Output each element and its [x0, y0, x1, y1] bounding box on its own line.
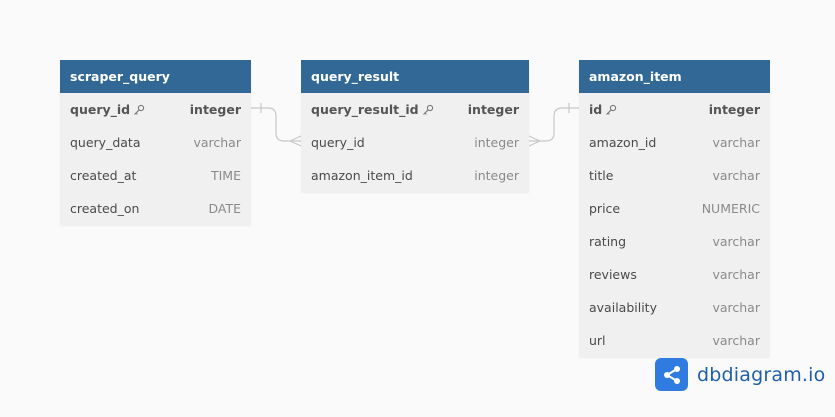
field-type: varchar: [712, 300, 760, 315]
field-name: query_result_id: [311, 102, 419, 117]
table-header[interactable]: amazon_item: [579, 60, 770, 93]
field-name: title: [589, 168, 614, 183]
field-name: availability: [589, 300, 657, 315]
table-header[interactable]: query_result: [301, 60, 529, 93]
table-scraper-query[interactable]: scraper_query query_id integer query_dat…: [60, 60, 251, 225]
table-header[interactable]: scraper_query: [60, 60, 251, 93]
field-name: created_at: [70, 168, 137, 183]
field-type: integer: [474, 168, 519, 183]
field-row-availability[interactable]: availability varchar: [579, 291, 770, 324]
field-row-query-id[interactable]: query_id integer: [301, 126, 529, 159]
table-amazon-item[interactable]: amazon_item id integer amazon_id varchar…: [579, 60, 770, 357]
field-type: integer: [708, 102, 760, 117]
field-name: amazon_id: [589, 135, 657, 150]
field-type: varchar: [712, 333, 760, 348]
field-type: TIME: [210, 168, 241, 183]
relationship-line-scraper-query-to-query-result[interactable]: [251, 103, 302, 147]
field-name: created_on: [70, 201, 140, 216]
field-name: query_id: [311, 135, 365, 150]
dbdiagram-brand-link[interactable]: dbdiagram.io: [655, 358, 825, 391]
field-row-reviews[interactable]: reviews varchar: [579, 258, 770, 291]
field-row-created-at[interactable]: created_at TIME: [60, 159, 251, 192]
diagram-canvas[interactable]: scraper_query query_id integer query_dat…: [0, 0, 835, 417]
field-row-title[interactable]: title varchar: [579, 159, 770, 192]
key-icon: [133, 104, 145, 116]
field-row-query-data[interactable]: query_data varchar: [60, 126, 251, 159]
field-type: integer: [467, 102, 519, 117]
share-nodes-icon: [655, 358, 688, 391]
field-row-url[interactable]: url varchar: [579, 324, 770, 357]
relationship-line-amazon-item-to-query-result[interactable]: [528, 103, 579, 147]
field-type: varchar: [712, 234, 760, 249]
field-type: varchar: [193, 135, 241, 150]
field-row-query-result-id[interactable]: query_result_id integer: [301, 93, 529, 126]
field-name: query_id: [70, 102, 131, 117]
table-query-result[interactable]: query_result query_result_id integer que…: [301, 60, 529, 192]
field-type: DATE: [208, 201, 241, 216]
field-row-id[interactable]: id integer: [579, 93, 770, 126]
field-name: query_data: [70, 135, 141, 150]
field-type: varchar: [712, 267, 760, 282]
field-type: varchar: [712, 168, 760, 183]
field-type: NUMERIC: [701, 201, 760, 216]
field-row-rating[interactable]: rating varchar: [579, 225, 770, 258]
field-row-created-on[interactable]: created_on DATE: [60, 192, 251, 225]
field-name: price: [589, 201, 621, 216]
field-type: integer: [474, 135, 519, 150]
field-name: reviews: [589, 267, 637, 282]
key-icon: [605, 104, 617, 116]
field-name: rating: [589, 234, 627, 249]
field-type: varchar: [712, 135, 760, 150]
field-name: id: [589, 102, 603, 117]
field-row-amazon-id[interactable]: amazon_id varchar: [579, 126, 770, 159]
key-icon: [422, 104, 434, 116]
brand-name: dbdiagram.io: [697, 363, 826, 386]
field-name: url: [589, 333, 606, 348]
field-row-amazon-item-id[interactable]: amazon_item_id integer: [301, 159, 529, 192]
field-row-query-id[interactable]: query_id integer: [60, 93, 251, 126]
field-name: amazon_item_id: [311, 168, 413, 183]
field-row-price[interactable]: price NUMERIC: [579, 192, 770, 225]
field-type: integer: [189, 102, 241, 117]
